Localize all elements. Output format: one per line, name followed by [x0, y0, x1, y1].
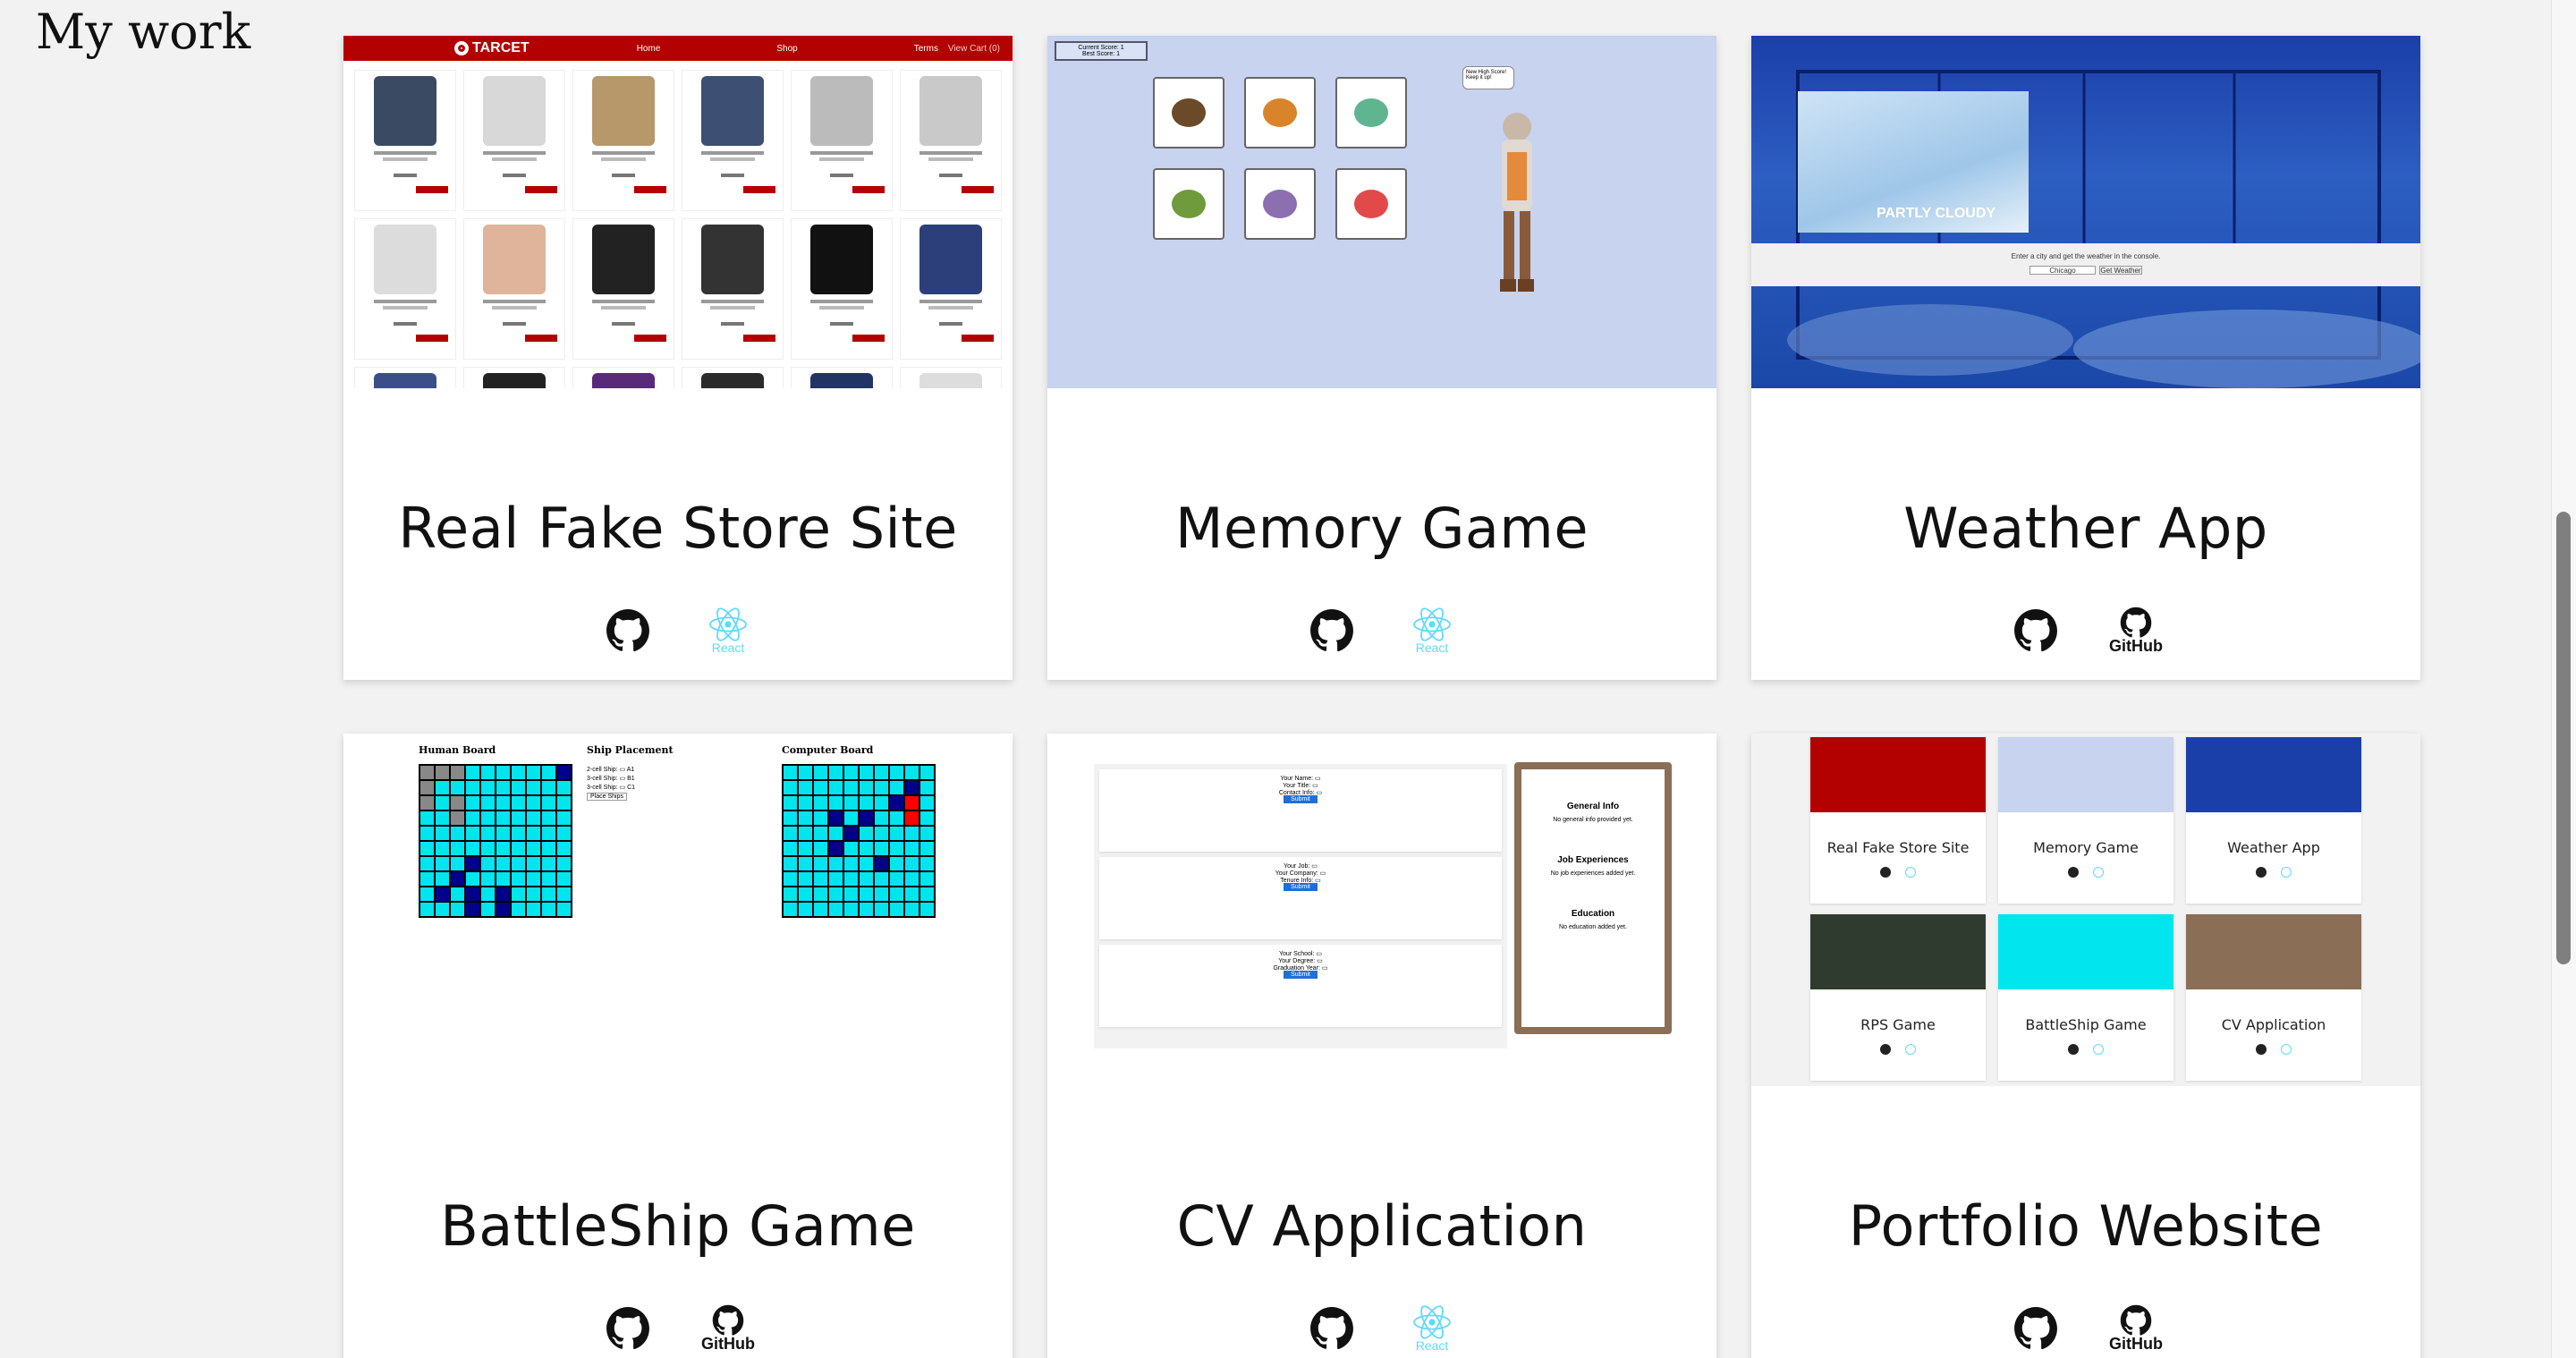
project-links: GitHub — [2009, 1302, 2163, 1355]
scrollbar[interactable] — [2551, 0, 2576, 1358]
project-preview-image: TARCET Home Shop Terms View Cart (0) — [343, 36, 1013, 388]
github-pages-icon[interactable]: GitHub — [701, 1302, 755, 1355]
github-icon[interactable] — [601, 1302, 655, 1355]
github-pages-icon[interactable]: GitHub — [2109, 604, 2163, 658]
project-preview-image: Real Fake Store Site Memory Game Weather A… — [1751, 734, 2420, 1086]
section-title: My work — [36, 4, 251, 60]
github-icon[interactable] — [2009, 1302, 2063, 1355]
project-title: Memory Game — [1175, 496, 1589, 561]
project-preview-image: PARTLY CLOUDY Enter a city and get the w… — [1751, 36, 2420, 388]
github-icon[interactable] — [601, 604, 655, 658]
project-preview-image: Current Score: 1 Best Score: 1 New High S… — [1047, 36, 1716, 388]
project-links: React — [601, 604, 755, 658]
project-title: Real Fake Store Site — [398, 496, 958, 561]
project-grid: TARCET Home Shop Terms View Cart (0) Real … — [343, 36, 2420, 1358]
project-card-cv[interactable]: Your Name: ▭ Your Title: ▭ Contact Info: ▭… — [1047, 734, 1716, 1358]
react-icon[interactable]: React — [701, 604, 755, 658]
react-icon[interactable]: React — [1405, 604, 1459, 658]
github-icon[interactable] — [2009, 604, 2063, 658]
project-preview-image: Your Name: ▭ Your Title: ▭ Contact Info: ▭… — [1047, 734, 1716, 1086]
project-links: React — [1305, 1302, 1459, 1355]
scrollbar-thumb[interactable] — [2556, 512, 2571, 964]
project-card-store[interactable]: TARCET Home Shop Terms View Cart (0) Real … — [343, 36, 1013, 680]
project-title: BattleShip Game — [440, 1193, 916, 1259]
project-links: GitHub — [601, 1302, 755, 1355]
project-links: React — [1305, 604, 1459, 658]
project-card-portfolio[interactable]: Real Fake Store Site Memory Game Weather A… — [1751, 734, 2420, 1358]
github-icon[interactable] — [1305, 604, 1359, 658]
github-icon[interactable] — [1305, 1302, 1359, 1355]
project-preview-image: Human Board Ship Placement Computer Boar… — [343, 734, 1013, 1086]
react-icon[interactable]: React — [1405, 1302, 1459, 1355]
project-title: Portfolio Website — [1848, 1193, 2324, 1259]
project-links: GitHub — [2009, 604, 2163, 658]
github-pages-icon[interactable]: GitHub — [2109, 1302, 2163, 1355]
project-title: CV Application — [1176, 1193, 1588, 1259]
project-card-memory[interactable]: Current Score: 1 Best Score: 1 New High S… — [1047, 36, 1716, 680]
project-card-weather[interactable]: PARTLY CLOUDY Enter a city and get the w… — [1751, 36, 2420, 680]
project-card-battleship[interactable]: Human Board Ship Placement Computer Boar… — [343, 734, 1013, 1358]
project-title: Weather App — [1903, 496, 2268, 561]
